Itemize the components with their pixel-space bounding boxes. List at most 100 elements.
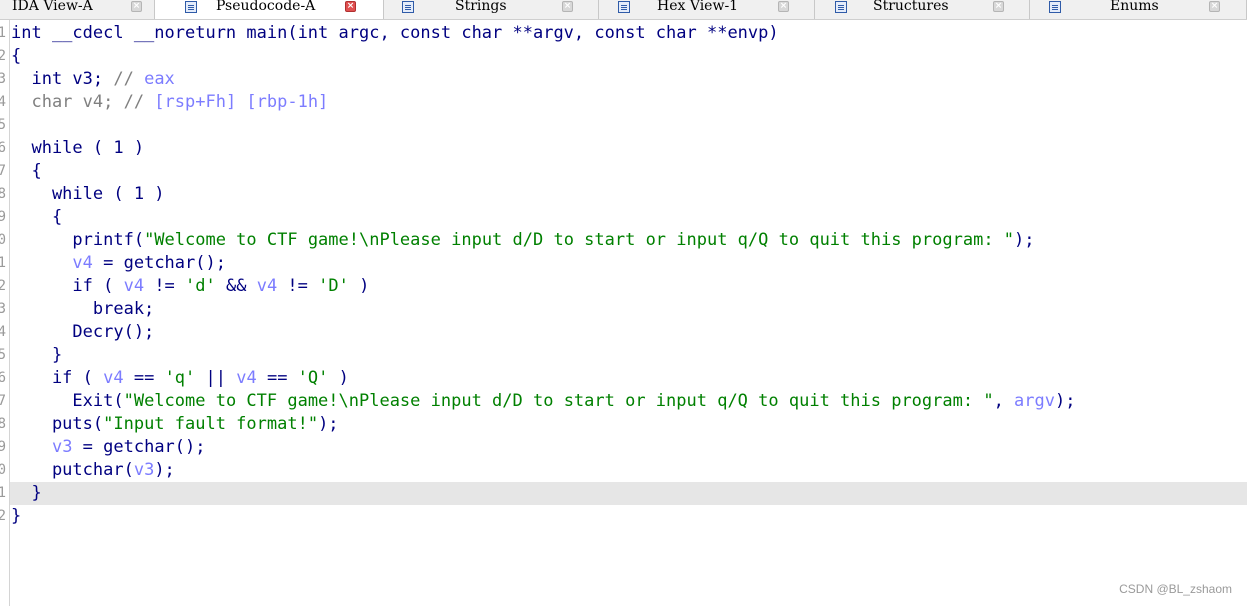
code-token: v3 bbox=[51, 437, 73, 457]
tab-label: IDA View-A bbox=[12, 0, 93, 14]
code-line[interactable]: int __cdecl __noreturn main(int argc, co… bbox=[11, 22, 1247, 45]
tab-ida-view-a[interactable]: IDA View-A × bbox=[0, 0, 155, 19]
line-number: 8 bbox=[0, 416, 6, 432]
code-token: v4 bbox=[103, 368, 124, 388]
code-token: int __cdecl __noreturn main(int argc, co… bbox=[11, 23, 779, 43]
code-token: "Input fault format!" bbox=[103, 414, 319, 434]
line-number: 8 bbox=[0, 186, 6, 202]
tab-hex-view-1[interactable]: Hex View-1 × bbox=[599, 0, 815, 19]
code-token: } bbox=[11, 483, 42, 503]
code-line[interactable]: while ( 1 ) bbox=[11, 137, 1247, 160]
code-token: char v4; // bbox=[11, 92, 155, 112]
code-token: != bbox=[277, 276, 319, 296]
code-token: == bbox=[123, 368, 165, 388]
code-line[interactable]: int v3; // eax bbox=[11, 68, 1247, 91]
line-number: 3 bbox=[0, 71, 6, 87]
close-icon[interactable]: × bbox=[993, 1, 1004, 12]
line-number: 5 bbox=[0, 347, 6, 363]
code-token: v3 bbox=[133, 460, 155, 480]
code-line-current[interactable]: } bbox=[10, 482, 1247, 505]
code-token: 'D' bbox=[318, 276, 349, 296]
code-token: && bbox=[215, 276, 257, 296]
structures-icon bbox=[835, 1, 847, 13]
code-token: ) bbox=[328, 368, 349, 388]
code-line[interactable]: Decry(); bbox=[11, 321, 1247, 344]
line-number: 5 bbox=[0, 117, 6, 133]
tab-bar: IDA View-A × Pseudocode-A × Strings × He… bbox=[0, 0, 1247, 20]
code-line[interactable]: v3 = getchar(); bbox=[11, 436, 1247, 459]
line-number: 4 bbox=[0, 324, 6, 340]
tab-label: Enums bbox=[1110, 0, 1159, 14]
code-token: printf( bbox=[11, 230, 145, 250]
line-number: 0 bbox=[0, 462, 6, 478]
close-icon[interactable]: × bbox=[131, 1, 142, 12]
code-token: } bbox=[11, 506, 22, 526]
code-token: v4 bbox=[72, 253, 93, 273]
code-token: Exit( bbox=[11, 391, 124, 411]
code-token: 'd' bbox=[185, 276, 216, 296]
code-token: v4 bbox=[256, 276, 278, 296]
code-token: int v3; bbox=[11, 69, 114, 89]
line-number-gutter: 1 2 3 4 5 6 7 8 9 0 1 2 3 4 5 6 7 8 9 0 1 2 bbox=[0, 20, 10, 606]
code-line[interactable]: { bbox=[11, 160, 1247, 183]
line-number: 4 bbox=[0, 94, 6, 110]
tab-label: Strings bbox=[455, 0, 507, 14]
code-token: == bbox=[256, 368, 298, 388]
code-line[interactable]: char v4; // [rsp+Fh] [rbp-1h] bbox=[11, 91, 1247, 114]
code-token: v4 bbox=[123, 276, 145, 296]
line-number: 1 bbox=[0, 255, 6, 271]
code-line[interactable]: if ( v4 != 'd' && v4 != 'D' ) bbox=[11, 275, 1247, 298]
tab-pseudocode-a[interactable]: Pseudocode-A × bbox=[155, 0, 384, 19]
code-token: Decry(); bbox=[11, 322, 155, 342]
code-line[interactable]: break; bbox=[11, 298, 1247, 321]
code-line[interactable]: } bbox=[11, 344, 1247, 367]
code-token: ) bbox=[348, 276, 370, 296]
code-token: { bbox=[11, 46, 22, 66]
code-line[interactable]: { bbox=[11, 45, 1247, 68]
code-token: || bbox=[195, 368, 237, 388]
tab-strings[interactable]: Strings × bbox=[384, 0, 599, 19]
line-number: 1 bbox=[0, 485, 6, 501]
close-icon[interactable]: × bbox=[1209, 1, 1220, 12]
code-token: = getchar(); bbox=[92, 253, 226, 273]
code-token: // bbox=[113, 69, 145, 89]
tab-label: Pseudocode-A bbox=[216, 0, 316, 14]
code-line[interactable]: } bbox=[11, 505, 1247, 528]
close-icon[interactable]: × bbox=[345, 1, 356, 12]
code-line[interactable]: while ( 1 ) bbox=[11, 183, 1247, 206]
code-token: puts( bbox=[11, 414, 104, 434]
code-line[interactable]: putchar(v3); bbox=[11, 459, 1247, 482]
close-icon[interactable]: × bbox=[562, 1, 573, 12]
line-number: 2 bbox=[0, 508, 6, 524]
hex-view-icon bbox=[618, 1, 630, 13]
code-token: [rsp+Fh] [rbp-1h] bbox=[154, 92, 329, 112]
code-token: break; bbox=[11, 299, 155, 319]
code-token: = getchar(); bbox=[72, 437, 206, 457]
code-line[interactable]: printf("Welcome to CTF game!\nPlease inp… bbox=[11, 229, 1247, 252]
tab-structures[interactable]: Structures × bbox=[815, 0, 1030, 19]
code-token: { bbox=[11, 207, 63, 227]
line-number: 2 bbox=[0, 278, 6, 294]
code-token: != bbox=[144, 276, 186, 296]
code-token: while ( 1 ) bbox=[11, 138, 145, 158]
tab-enums[interactable]: Enums × bbox=[1030, 0, 1247, 19]
line-number: 6 bbox=[0, 140, 6, 156]
strings-icon bbox=[402, 1, 414, 13]
code-token: putchar( bbox=[11, 460, 134, 480]
code-line[interactable]: { bbox=[11, 206, 1247, 229]
code-line[interactable]: puts("Input fault format!"); bbox=[11, 413, 1247, 436]
code-line[interactable]: v4 = getchar(); bbox=[11, 252, 1247, 275]
code-line[interactable] bbox=[11, 114, 1247, 137]
line-number: 0 bbox=[0, 232, 6, 248]
line-number: 6 bbox=[0, 370, 6, 386]
code-token: eax bbox=[144, 69, 175, 89]
code-line[interactable]: if ( v4 == 'q' || v4 == 'Q' ) bbox=[11, 367, 1247, 390]
code-token: if ( bbox=[11, 276, 124, 296]
code-token: ); bbox=[1014, 230, 1035, 250]
line-number: 7 bbox=[0, 163, 6, 179]
code-line[interactable]: Exit("Welcome to CTF game!\nPlease input… bbox=[11, 390, 1247, 413]
tab-label: Hex View-1 bbox=[657, 0, 739, 14]
close-icon[interactable]: × bbox=[778, 1, 789, 12]
